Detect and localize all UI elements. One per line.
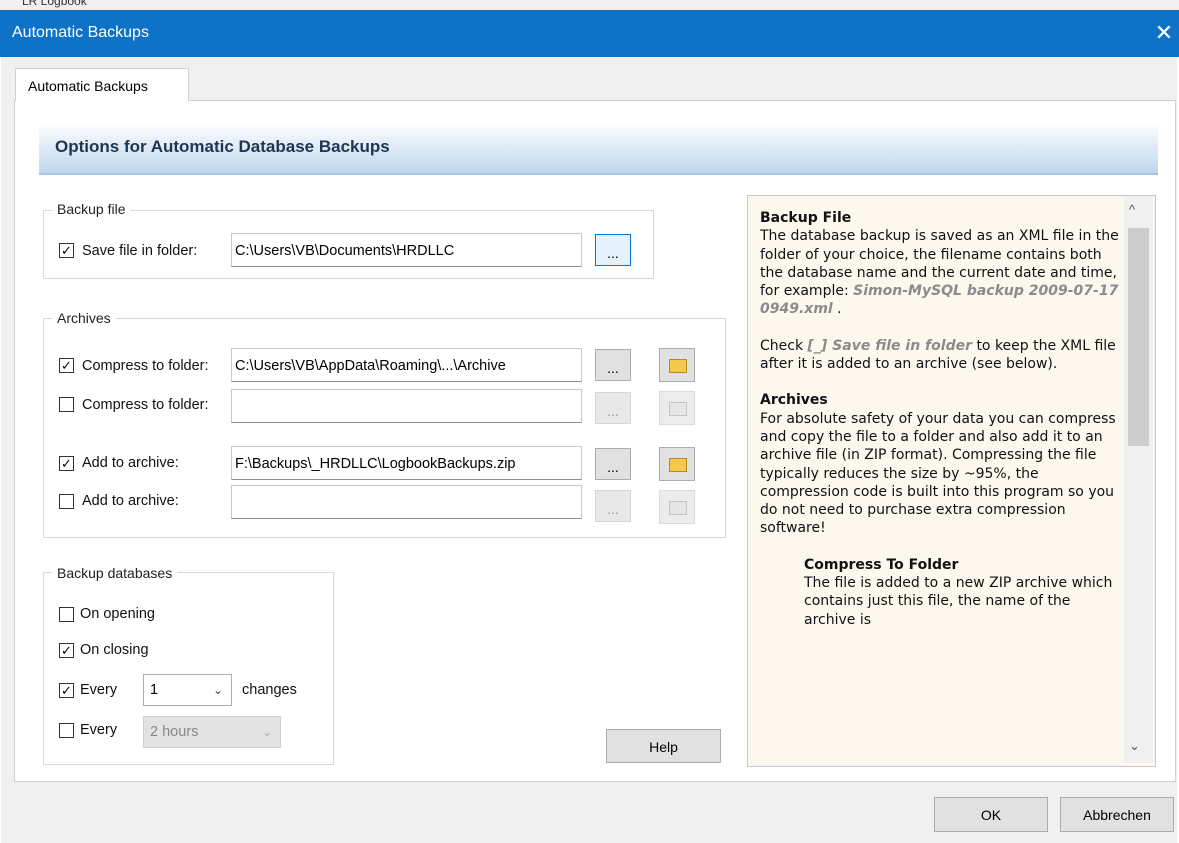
help-heading-backup-file: Backup File: [760, 210, 852, 226]
compress-folder-2-checkbox[interactable]: [59, 397, 74, 412]
close-icon[interactable]: ✕: [1150, 14, 1178, 52]
help-paragraph-compress: The file is added to a new ZIP archive w…: [804, 575, 1113, 628]
add-archive-1-label: Add to archive:: [82, 455, 179, 471]
compress-folder-2-browse-button[interactable]: ...: [595, 392, 631, 424]
changes-count-select[interactable]: 1 ⌄: [143, 674, 232, 706]
help-save-file-reference: [_] Save file in folder: [807, 337, 972, 354]
help-button[interactable]: Help: [606, 729, 721, 763]
add-archive-2-path-field[interactable]: [231, 485, 582, 519]
add-archive-1-path-field[interactable]: F:\Backups\_HRDLLC\LogbookBackups.zip: [231, 446, 582, 480]
compress-folder-2-path-field[interactable]: [231, 389, 582, 423]
open-folder-icon: [669, 458, 687, 472]
compress-folder-1-label: Compress to folder:: [82, 358, 209, 374]
every-changes-checkbox[interactable]: ✓: [59, 683, 74, 698]
compress-folder-2-open-button[interactable]: [659, 391, 695, 425]
ok-button[interactable]: OK: [934, 797, 1048, 832]
compress-folder-1-browse-button[interactable]: ...: [595, 349, 631, 381]
save-file-checkbox[interactable]: ✓: [59, 243, 74, 258]
backup-databases-group-label: Backup databases: [52, 565, 178, 581]
on-opening-label: On opening: [80, 606, 155, 622]
save-folder-browse-button[interactable]: ...: [595, 234, 631, 266]
help-heading-compress-to-folder: Compress To Folder: [804, 556, 959, 573]
tab-automatic-backups[interactable]: Automatic Backups: [15, 68, 189, 101]
archives-group-label: Archives: [52, 310, 116, 326]
on-closing-label: On closing: [80, 642, 149, 658]
help-text: Backup File The database backup is saved…: [760, 209, 1120, 629]
help-paragraph-archives: For absolute safety of your data you can…: [760, 410, 1116, 537]
page-title: Options for Automatic Database Backups: [55, 137, 390, 156]
help-paragraph-check: Check [_] Save file in folder to keep th…: [760, 337, 1120, 374]
hours-interval-value: 2 hours: [150, 724, 199, 740]
changes-suffix-label: changes: [242, 682, 297, 698]
help-p1-end: .: [837, 301, 842, 318]
cancel-button[interactable]: Abbrechen: [1060, 797, 1174, 832]
help-heading-archives: Archives: [760, 392, 828, 409]
compress-folder-1-open-button[interactable]: [659, 348, 695, 382]
background-window-title: LR Logbook: [22, 0, 87, 8]
help-p2-pre: Check: [760, 337, 804, 354]
background-window-strip: LR Logbook: [0, 0, 1179, 10]
every-hours-label: Every: [80, 722, 118, 738]
title-bar[interactable]: [0, 10, 1179, 57]
open-folder-icon: [669, 402, 687, 416]
help-scrollbar-thumb[interactable]: [1128, 228, 1149, 446]
add-archive-1-open-button[interactable]: [659, 447, 695, 481]
save-file-label: Save file in folder:: [82, 243, 198, 259]
every-hours-checkbox[interactable]: [59, 723, 74, 738]
scroll-up-icon[interactable]: ^: [1129, 202, 1135, 217]
every-changes-label: Every: [80, 682, 118, 698]
scroll-down-icon[interactable]: ⌄: [1129, 738, 1140, 754]
add-archive-1-checkbox[interactable]: ✓: [59, 456, 74, 471]
help-paragraph-backup-file: The database backup is saved as an XML f…: [760, 227, 1120, 318]
add-archive-2-label: Add to archive:: [82, 493, 179, 509]
backup-file-group-label: Backup file: [52, 201, 131, 217]
window-title: Automatic Backups: [12, 24, 149, 41]
open-folder-icon: [669, 501, 687, 515]
compress-folder-1-checkbox[interactable]: ✓: [59, 358, 74, 373]
compress-folder-2-label: Compress to folder:: [82, 397, 209, 413]
open-folder-icon: [669, 359, 687, 373]
compress-folder-1-path-field[interactable]: C:\Users\VB\AppData\Roaming\...\Archive: [231, 348, 582, 382]
on-opening-checkbox[interactable]: [59, 607, 74, 622]
chevron-down-icon: ⌄: [212, 683, 223, 697]
add-archive-2-open-button[interactable]: [659, 490, 695, 524]
on-closing-checkbox[interactable]: ✓: [59, 643, 74, 658]
hours-interval-select[interactable]: 2 hours ⌄: [143, 716, 281, 748]
add-archive-2-checkbox[interactable]: [59, 494, 74, 509]
add-archive-1-browse-button[interactable]: ...: [595, 448, 631, 480]
chevron-down-icon: ⌄: [261, 725, 272, 739]
changes-count-value: 1: [150, 682, 159, 698]
add-archive-2-browse-button[interactable]: ...: [595, 490, 631, 522]
save-folder-path-field[interactable]: C:\Users\VB\Documents\HRDLLC: [231, 233, 582, 267]
